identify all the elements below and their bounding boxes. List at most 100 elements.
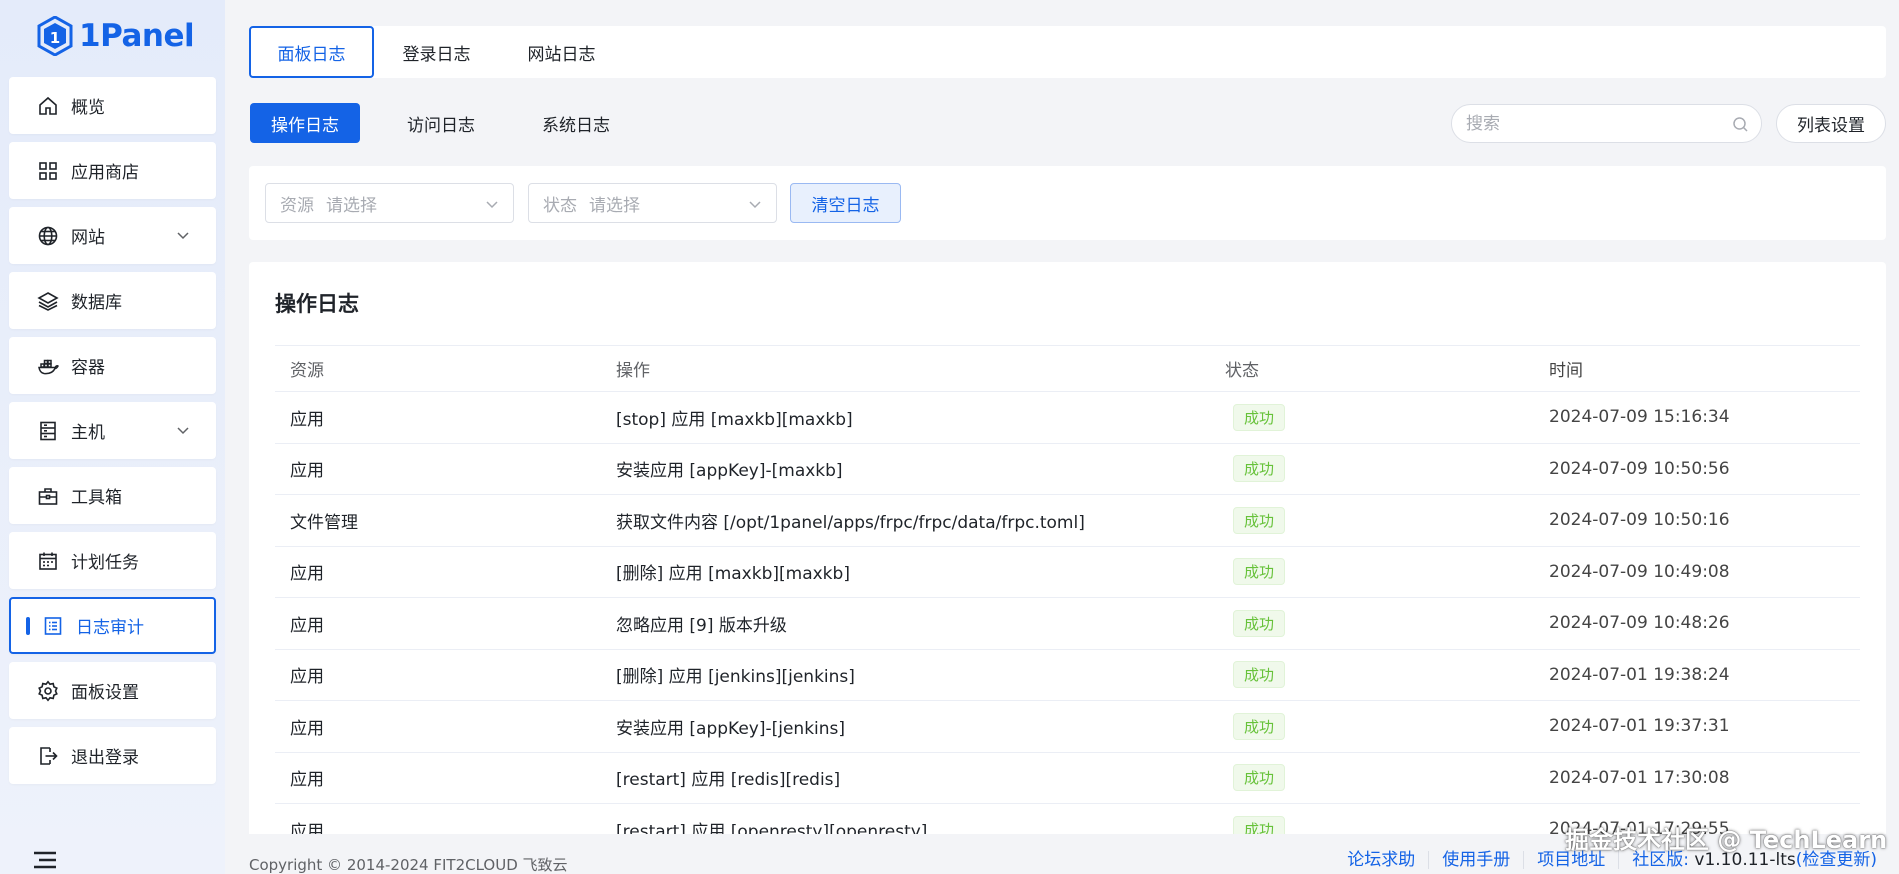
- tab-login-logs[interactable]: 登录日志: [374, 26, 499, 78]
- list-settings-button[interactable]: 列表设置: [1776, 104, 1886, 143]
- sidebar-item-label: 面板设置: [71, 683, 139, 703]
- table-row: 应用 [删除] 应用 [maxkb][maxkb] 成功 2024-07-09 …: [275, 547, 1860, 598]
- cell-status: 成功: [1225, 598, 1286, 649]
- column-header-resource: 资源: [290, 361, 324, 381]
- table-title: 操作日志: [275, 292, 359, 316]
- grid-icon: [37, 160, 59, 182]
- collapse-menu-icon[interactable]: [32, 850, 58, 870]
- resource-select[interactable]: 资源 请选择: [265, 183, 514, 223]
- tab-panel-logs[interactable]: 面板日志: [249, 26, 374, 78]
- tab-access-logs[interactable]: 访问日志: [386, 103, 496, 143]
- active-indicator: [26, 616, 30, 635]
- layers-icon: [37, 290, 59, 312]
- cell-action: 获取文件内容 [/opt/1panel/apps/frpc/frpc/data/…: [616, 512, 1085, 533]
- sidebar-item-logout[interactable]: 退出登录: [9, 727, 216, 784]
- cell-time: 2024-07-01 19:38:24: [1549, 664, 1730, 685]
- cell-status: 成功: [1225, 753, 1286, 804]
- filter-bar: 资源 请选择 状态 请选择 清空日志: [249, 166, 1886, 240]
- cell-resource: 应用: [290, 770, 324, 791]
- sidebar-item-label: 主机: [71, 423, 105, 443]
- sidebar-item-label: 退出登录: [71, 748, 139, 768]
- cell-action: 安装应用 [appKey]-[jenkins]: [616, 718, 846, 739]
- calendar-icon: [37, 550, 59, 572]
- cell-resource: 应用: [290, 461, 324, 482]
- status-select-label: 状态: [543, 195, 577, 216]
- logout-icon: [37, 745, 59, 767]
- cell-time: 2024-07-01 19:37:31: [1549, 716, 1730, 737]
- sidebar-item-label: 容器: [71, 358, 105, 378]
- chevron-down-icon: [749, 201, 761, 209]
- status-badge: 成功: [1233, 712, 1286, 740]
- cell-resource: 应用: [290, 564, 324, 585]
- status-select[interactable]: 状态 请选择: [528, 183, 777, 223]
- tab-website-logs[interactable]: 网站日志: [499, 26, 624, 78]
- search-box: [1451, 104, 1762, 143]
- cell-action: [stop] 应用 [maxkb][maxkb]: [616, 409, 853, 430]
- column-header-time: 时间: [1549, 361, 1583, 381]
- sidebar-item-label: 工具箱: [71, 488, 122, 508]
- sidebar-item-website[interactable]: 网站: [9, 207, 216, 264]
- tab-system-logs[interactable]: 系统日志: [521, 103, 631, 143]
- search-icon[interactable]: [1732, 116, 1749, 133]
- sidebar-item-toolbox[interactable]: 工具箱: [9, 467, 216, 524]
- chevron-down-icon: [486, 201, 498, 209]
- cell-status: 成功: [1225, 701, 1286, 752]
- cell-time: 2024-07-01 17:30:08: [1549, 767, 1730, 788]
- column-header-status: 状态: [1225, 361, 1259, 381]
- docker-icon: [37, 355, 59, 377]
- table-row: 应用 [restart] 应用 [redis][redis] 成功 2024-0…: [275, 753, 1860, 804]
- sidebar-item-log-audit[interactable]: 日志审计: [9, 597, 216, 654]
- cell-status: 成功: [1225, 495, 1286, 546]
- table-header: 资源 操作 状态 时间: [275, 345, 1860, 392]
- clear-logs-button[interactable]: 清空日志: [790, 183, 901, 223]
- table-row: 应用 安装应用 [appKey]-[jenkins] 成功 2024-07-01…: [275, 701, 1860, 753]
- sidebar-item-container[interactable]: 容器: [9, 337, 216, 394]
- sidebar-item-label: 数据库: [71, 293, 122, 313]
- cell-status: 成功: [1225, 392, 1286, 443]
- log-icon: [42, 615, 64, 637]
- table-row: 应用 安装应用 [appKey]-[maxkb] 成功 2024-07-09 1…: [275, 444, 1860, 495]
- cell-time: 2024-07-09 10:48:26: [1549, 613, 1730, 634]
- cell-resource: 应用: [290, 409, 324, 430]
- user-manual-link[interactable]: 使用手册: [1429, 851, 1525, 869]
- globe-icon: [37, 225, 59, 247]
- cell-action: [删除] 应用 [jenkins][jenkins]: [616, 667, 855, 688]
- cell-resource: 应用: [290, 667, 324, 688]
- status-badge: 成功: [1233, 661, 1286, 689]
- forum-help-link[interactable]: 论坛求助: [1334, 851, 1430, 869]
- status-badge: 成功: [1233, 558, 1286, 586]
- gear-icon: [37, 680, 59, 702]
- chevron-down-icon[interactable]: [176, 423, 190, 437]
- cell-status: 成功: [1225, 444, 1286, 495]
- sidebar-item-overview[interactable]: 概览: [9, 77, 216, 134]
- status-select-placeholder: 请选择: [589, 195, 640, 216]
- cell-resource: 应用: [290, 615, 324, 636]
- sidebar-item-database[interactable]: 数据库: [9, 272, 216, 329]
- table-row: 应用 [删除] 应用 [jenkins][jenkins] 成功 2024-07…: [275, 650, 1860, 701]
- column-header-action: 操作: [616, 361, 650, 381]
- tab-operation-logs[interactable]: 操作日志: [250, 103, 360, 143]
- sidebar-item-app-store[interactable]: 应用商店: [9, 142, 216, 199]
- chevron-down-icon[interactable]: [176, 228, 190, 242]
- cell-resource: 应用: [290, 718, 324, 739]
- status-badge: 成功: [1233, 764, 1286, 792]
- operation-log-table-card: 操作日志 资源 操作 状态 时间 应用 [stop] 应用 [maxkb][ma…: [249, 262, 1886, 874]
- operation-log-table: 资源 操作 状态 时间 应用 [stop] 应用 [maxkb][maxkb] …: [275, 345, 1860, 856]
- home-icon: [37, 95, 59, 117]
- cell-time: 2024-07-09 10:50:56: [1549, 458, 1730, 479]
- sidebar-item-label: 网站: [71, 228, 105, 248]
- sidebar-item-cron[interactable]: 计划任务: [9, 532, 216, 589]
- sidebar-item-panel-settings[interactable]: 面板设置: [9, 662, 216, 719]
- cell-action: 安装应用 [appKey]-[maxkb]: [616, 461, 843, 482]
- sidebar-item-host[interactable]: 主机: [9, 402, 216, 459]
- search-input[interactable]: [1466, 113, 1716, 134]
- brand-logo[interactable]: 1 1Panel: [37, 14, 195, 58]
- cell-resource: 文件管理: [290, 512, 358, 533]
- sidebar: 1 1Panel 概览 应用商店 网站 数据库 容器 主机 工具箱 计划任务 日…: [0, 0, 225, 874]
- table-row: 应用 [stop] 应用 [maxkb][maxkb] 成功 2024-07-0…: [275, 392, 1860, 444]
- status-badge: 成功: [1233, 506, 1286, 534]
- sidebar-item-label: 概览: [71, 98, 105, 118]
- toolbox-icon: [37, 485, 59, 507]
- cell-time: 2024-07-09 15:16:34: [1549, 407, 1730, 428]
- resource-select-label: 资源: [280, 195, 314, 216]
